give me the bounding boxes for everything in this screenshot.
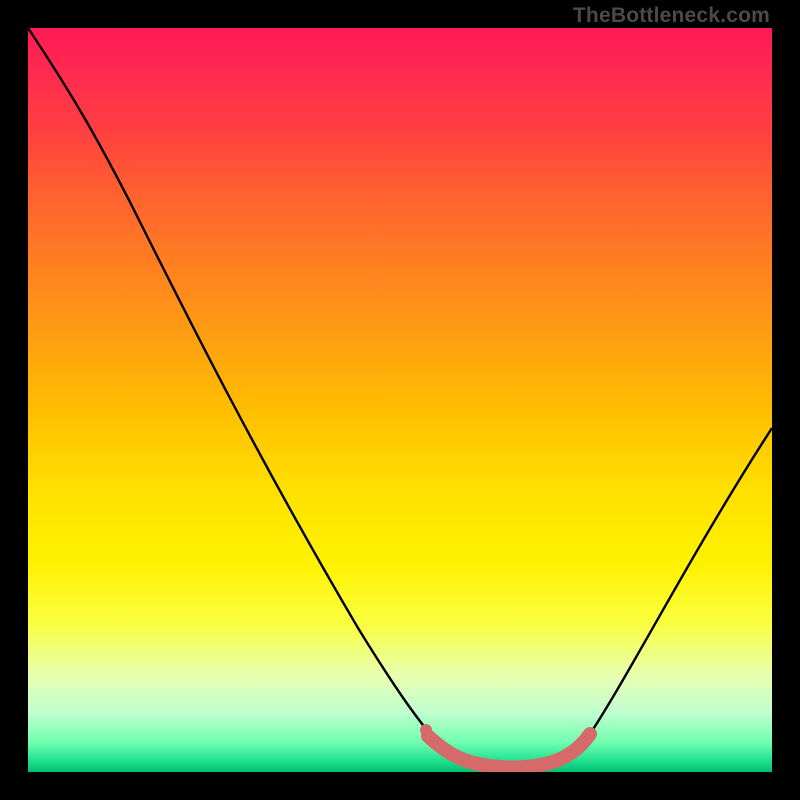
optimal-band-highlight: [428, 734, 590, 767]
chart-svg: [28, 28, 772, 772]
watermark-text: TheBottleneck.com: [573, 4, 770, 28]
bottleneck-curve: [28, 28, 772, 766]
highlight-dot: [420, 724, 432, 736]
highlight-dot: [434, 740, 446, 752]
